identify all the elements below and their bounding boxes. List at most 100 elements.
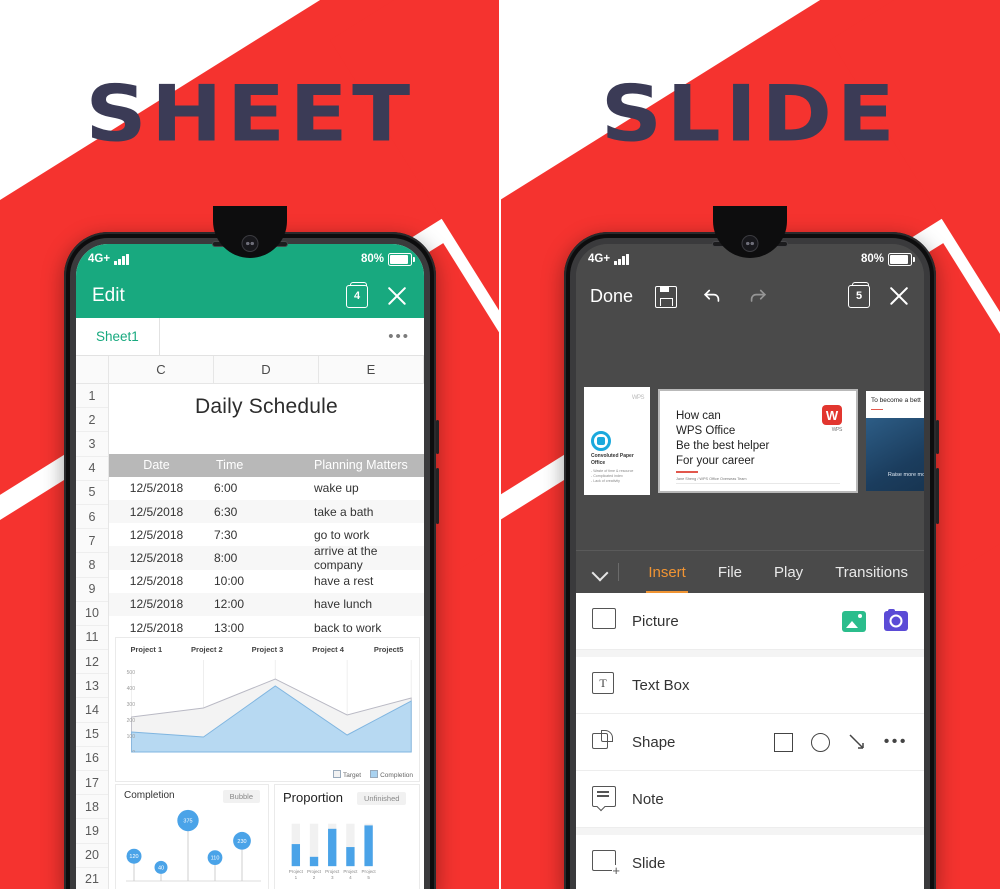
tab-insert[interactable]: Insert xyxy=(632,551,702,593)
line-icon[interactable] xyxy=(848,733,866,751)
row-number[interactable]: 14 xyxy=(76,698,108,722)
row-number[interactable]: 13 xyxy=(76,674,108,698)
table-cell[interactable]: 12/5/2018 xyxy=(109,523,204,546)
square-icon[interactable] xyxy=(774,733,793,752)
row-number[interactable]: 11 xyxy=(76,626,108,650)
table-cell[interactable]: 6:30 xyxy=(204,500,302,523)
table-row[interactable]: 12/5/201810:00have a rest xyxy=(109,570,424,593)
table-cell[interactable]: take a bath xyxy=(302,500,424,523)
area-chart[interactable]: Project 1Project 2Project 3Project 4Proj… xyxy=(115,637,420,782)
tab-transitions[interactable]: Transitions xyxy=(819,551,924,593)
row-number[interactable]: 21 xyxy=(76,868,108,889)
volume-button[interactable] xyxy=(436,420,439,454)
close-icon[interactable] xyxy=(888,285,910,307)
table-cell[interactable]: wake up xyxy=(302,477,424,500)
table-cell[interactable]: have lunch xyxy=(302,593,424,616)
menu-item-picture[interactable]: Picture xyxy=(576,593,924,650)
bubble-value-label: 375 xyxy=(183,819,192,825)
more-icon[interactable]: ••• xyxy=(374,328,424,345)
power-button[interactable] xyxy=(936,468,939,524)
table-row[interactable]: 12/5/20187:30go to work xyxy=(109,523,424,546)
row-number[interactable]: 18 xyxy=(76,795,108,819)
table-cell[interactable]: 12/5/2018 xyxy=(109,546,204,569)
save-icon[interactable] xyxy=(655,283,685,309)
thumb1-bullets: - Waste of time & resource - Complicated… xyxy=(591,469,641,485)
row-number[interactable]: 16 xyxy=(76,747,108,771)
sheet-tab-sheet1[interactable]: Sheet1 xyxy=(76,318,160,355)
table-row[interactable]: 12/5/201813:00back to work xyxy=(109,616,424,639)
slide-thumbnail[interactable]: WPS Convoluted Paper Office - Waste of t… xyxy=(584,387,650,495)
table-cell[interactable]: 7:30 xyxy=(204,523,302,546)
table-cell[interactable]: go to work xyxy=(302,523,424,546)
divider xyxy=(618,563,619,581)
column-header-e[interactable]: E xyxy=(319,356,424,383)
row-number[interactable]: 15 xyxy=(76,723,108,747)
row-number[interactable]: 6 xyxy=(76,505,108,529)
slide-thumbnail-strip[interactable]: WPS Convoluted Paper Office - Waste of t… xyxy=(576,386,924,496)
volume-button[interactable] xyxy=(936,420,939,454)
column-header-d[interactable]: D xyxy=(214,356,319,383)
done-button[interactable]: Done xyxy=(590,286,633,307)
row-number[interactable]: 9 xyxy=(76,578,108,602)
chevron-down-icon[interactable] xyxy=(588,559,606,585)
close-icon[interactable] xyxy=(386,285,408,307)
table-cell[interactable]: 12/5/2018 xyxy=(109,593,204,616)
area-chart-plot xyxy=(116,660,419,768)
row-number[interactable]: 2 xyxy=(76,408,108,432)
document-count-icon[interactable]: 4 xyxy=(346,285,368,308)
earpiece-speaker xyxy=(212,241,288,247)
row-number[interactable]: 12 xyxy=(76,650,108,674)
slide-thumbnail-selected[interactable]: How can WPS Office Be the best helper Fo… xyxy=(660,391,856,491)
bubble-chart[interactable]: Completion Bubble 12040375110230 xyxy=(115,784,269,889)
row-number[interactable]: 3 xyxy=(76,432,108,456)
signal-icon xyxy=(614,254,629,265)
menu-item-note[interactable]: Note xyxy=(576,771,924,828)
slide-thumbnail[interactable]: To become a bett Raise more money xyxy=(866,391,924,491)
row-number[interactable]: 20 xyxy=(76,844,108,868)
power-button[interactable] xyxy=(436,468,439,524)
row-number[interactable]: 10 xyxy=(76,602,108,626)
table-cell[interactable]: 12/5/2018 xyxy=(109,477,204,500)
menu-item-slide[interactable]: Slide xyxy=(576,835,924,889)
table-cell[interactable]: 6:00 xyxy=(204,477,302,500)
table-cell[interactable]: 10:00 xyxy=(204,570,302,593)
table-cell[interactable]: 8:00 xyxy=(204,546,302,569)
table-row[interactable]: 12/5/20188:00arrive at the company xyxy=(109,546,424,569)
cell-area[interactable]: Daily Schedule Date Time Planning Matter… xyxy=(109,384,424,889)
bar-category-label: Project xyxy=(343,869,358,874)
table-row[interactable]: 12/5/20186:00wake up xyxy=(109,477,424,500)
column-header-c[interactable]: C xyxy=(109,356,214,383)
slide-canvas[interactable]: WPS Convoluted Paper Office - Waste of t… xyxy=(576,318,924,550)
table-cell[interactable]: have a rest xyxy=(302,570,424,593)
table-cell[interactable]: back to work xyxy=(302,616,424,639)
row-number[interactable]: 19 xyxy=(76,819,108,843)
table-row[interactable]: 12/5/201812:00have lunch xyxy=(109,593,424,616)
table-cell[interactable]: 12/5/2018 xyxy=(109,616,204,639)
row-number[interactable]: 4 xyxy=(76,457,108,481)
circle-icon[interactable] xyxy=(811,733,830,752)
row-number[interactable]: 8 xyxy=(76,553,108,577)
undo-icon[interactable] xyxy=(701,283,731,309)
table-row[interactable]: 12/5/20186:30take a bath xyxy=(109,500,424,523)
row-number[interactable]: 7 xyxy=(76,529,108,553)
row-number[interactable]: 17 xyxy=(76,771,108,795)
table-cell[interactable]: 12:00 xyxy=(204,593,302,616)
bar-chart-plot: Project1Project2Project3Project4Project5 xyxy=(275,809,419,889)
table-cell[interactable]: arrive at the company xyxy=(302,546,424,569)
menu-item-shape[interactable]: Shape ••• xyxy=(576,714,924,771)
gallery-icon[interactable] xyxy=(842,611,866,632)
row-number[interactable]: 5 xyxy=(76,481,108,505)
row-number[interactable]: 1 xyxy=(76,384,108,408)
camera-icon[interactable] xyxy=(884,611,908,631)
tab-file[interactable]: File xyxy=(702,551,758,593)
table-cell[interactable]: 13:00 xyxy=(204,616,302,639)
table-cell[interactable]: 12/5/2018 xyxy=(109,570,204,593)
table-cell[interactable]: 12/5/2018 xyxy=(109,500,204,523)
tab-play[interactable]: Play xyxy=(758,551,819,593)
bar-chart[interactable]: Proportion Unfinished Project1Project2Pr… xyxy=(274,784,420,889)
redo-icon[interactable] xyxy=(747,283,777,309)
edit-label[interactable]: Edit xyxy=(92,285,125,307)
more-icon[interactable]: ••• xyxy=(884,738,908,746)
slide-count-icon[interactable]: 5 xyxy=(848,285,870,308)
menu-item-textbox[interactable]: T Text Box xyxy=(576,657,924,714)
